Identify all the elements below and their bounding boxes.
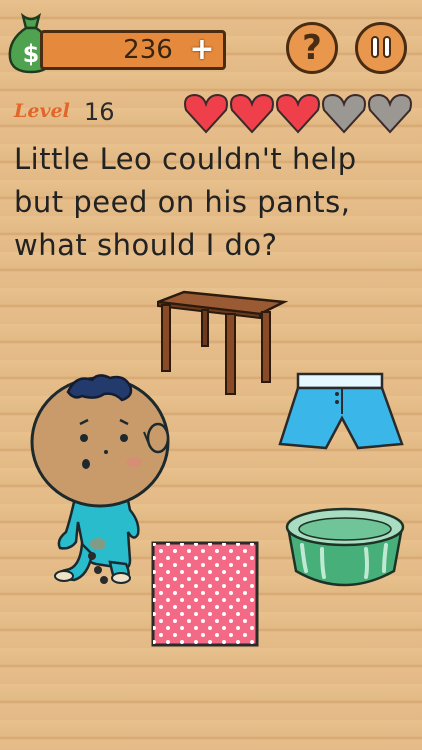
question-text: Little Leo couldn't help but peed on his…: [14, 142, 357, 262]
heart-full-icon: [184, 93, 228, 134]
heart-full-icon: [230, 93, 274, 134]
svg-text:$: $: [23, 40, 40, 68]
basin-icon[interactable]: [282, 505, 408, 591]
heart-empty-icon: [322, 93, 366, 134]
help-button[interactable]: ?: [286, 22, 338, 74]
pink-towel-icon[interactable]: [150, 540, 262, 650]
level-label: Level: [14, 100, 70, 122]
lives-hearts: [184, 93, 412, 134]
help-label: ?: [302, 28, 322, 68]
pause-icon: [371, 36, 379, 58]
level-number: 16: [84, 98, 115, 126]
pause-icon-bar: [383, 36, 391, 58]
pants-icon[interactable]: [276, 370, 406, 454]
pause-button[interactable]: [355, 22, 407, 74]
coin-count: 236: [123, 35, 173, 65]
coin-balance-bar: 236 +: [40, 30, 226, 70]
add-coins-button[interactable]: +: [189, 35, 215, 65]
heart-empty-icon: [368, 93, 412, 134]
heart-full-icon: [276, 93, 320, 134]
